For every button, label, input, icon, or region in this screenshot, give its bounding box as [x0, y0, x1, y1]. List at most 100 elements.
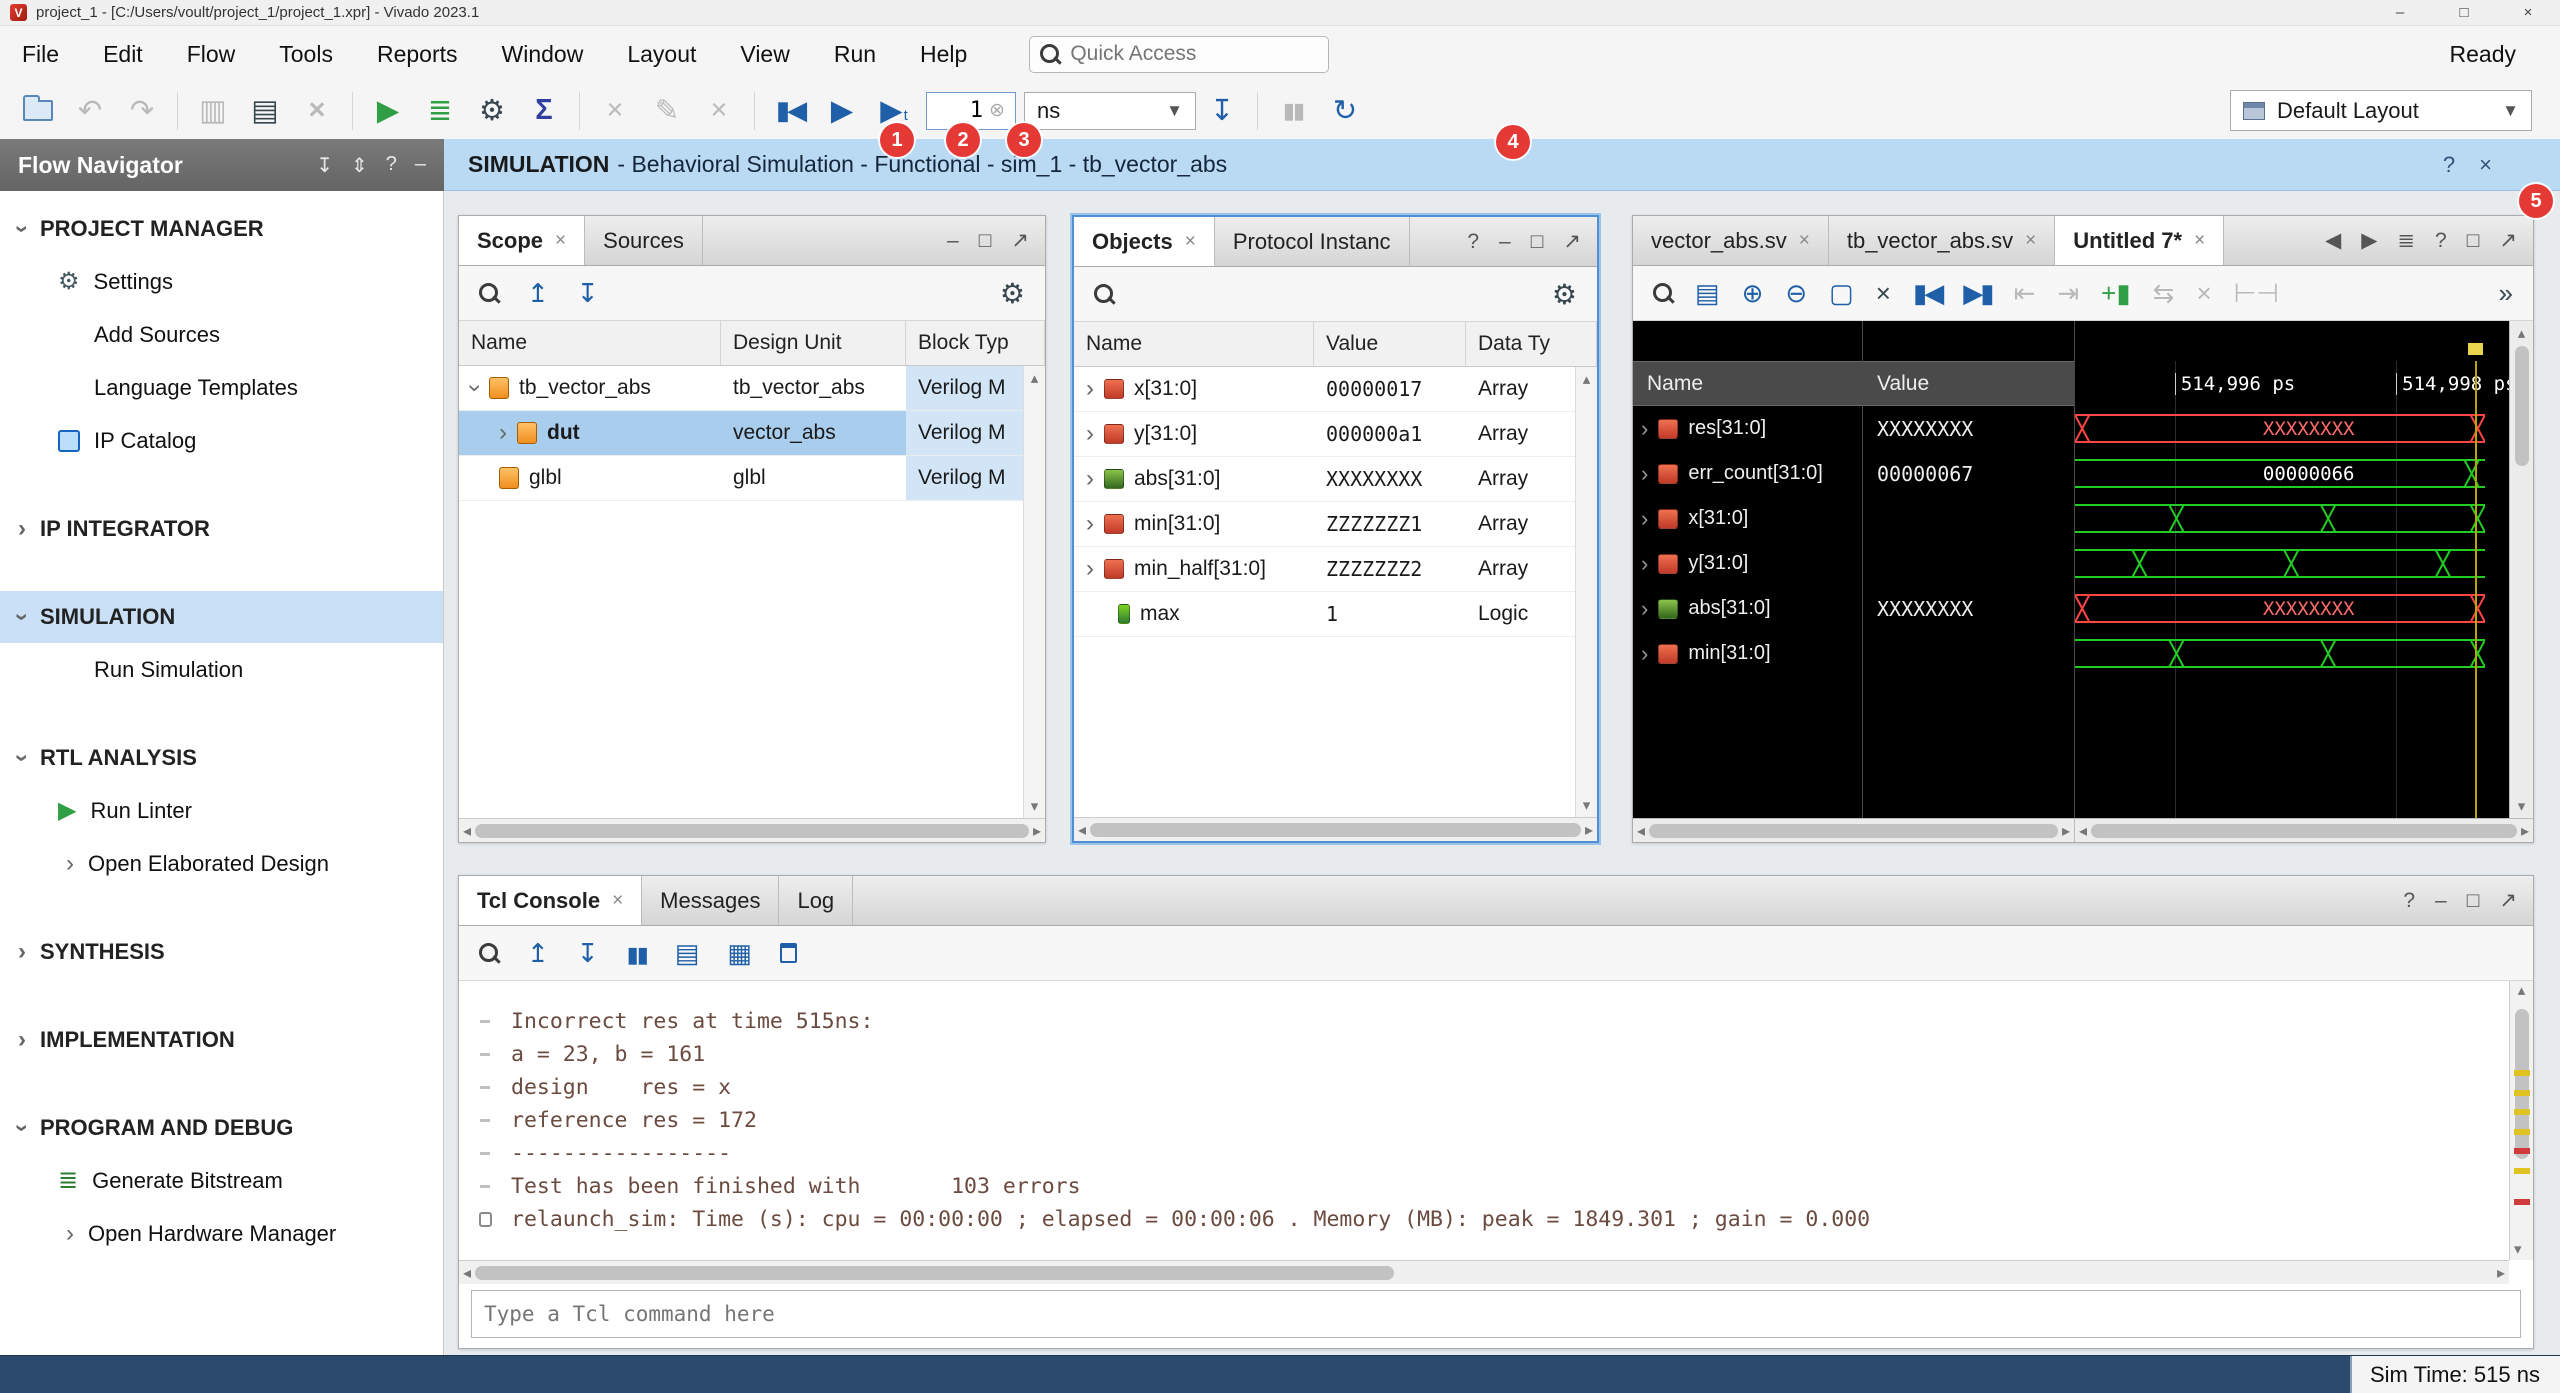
- gear-icon[interactable]: ⚙: [1552, 278, 1577, 311]
- scope-row-tb-vector-abs[interactable]: › tb_vector_abs tb_vector_abs Verilog M: [459, 366, 1023, 411]
- column-header-name[interactable]: Name: [1074, 322, 1314, 366]
- sidebar-item-add-sources[interactable]: Add Sources: [0, 308, 443, 361]
- minimize-panel-icon[interactable]: –: [2435, 889, 2447, 913]
- tab-tcl-console[interactable]: Tcl Console ×: [459, 876, 642, 925]
- search-icon[interactable]: [1094, 284, 1114, 304]
- chevron-right-icon[interactable]: ›: [1086, 422, 1094, 446]
- float-panel-icon[interactable]: ↗: [1011, 228, 1029, 253]
- section-project-manager[interactable]: › PROJECT MANAGER: [0, 203, 443, 255]
- menu-window[interactable]: Window: [480, 26, 606, 82]
- time-unit-select[interactable]: ns ▼: [1024, 92, 1196, 130]
- sidebar-item-run-linter[interactable]: ▶ Run Linter: [0, 784, 443, 837]
- section-ip-integrator[interactable]: › IP INTEGRATOR: [0, 503, 443, 555]
- run-button[interactable]: ▶: [362, 87, 414, 135]
- object-row-min[interactable]: ›min[31:0] ZZZZZZZ1 Array: [1074, 502, 1575, 547]
- minimize-panel-icon[interactable]: –: [1499, 230, 1511, 254]
- section-simulation[interactable]: › SIMULATION: [0, 591, 443, 643]
- gear-icon[interactable]: ⚙: [1000, 277, 1025, 310]
- sidebar-item-ip-catalog[interactable]: IP Catalog: [0, 414, 443, 467]
- clear-console-icon[interactable]: [780, 943, 797, 963]
- close-tab-icon[interactable]: ×: [1799, 230, 1810, 252]
- save-waveform-icon[interactable]: ▤: [1695, 278, 1720, 309]
- wave-signal-err-count[interactable]: ›err_count[31:0]: [1633, 451, 1862, 496]
- step-button[interactable]: ↧: [1196, 87, 1248, 135]
- chevron-right-icon[interactable]: ›: [1086, 467, 1094, 491]
- chevron-right-icon[interactable]: ›: [1641, 461, 1648, 487]
- vertical-scrollbar[interactable]: ▴ ▾: [2509, 981, 2533, 1260]
- wave-signal-x[interactable]: ›x[31:0]: [1633, 496, 1862, 541]
- tab-protocol-instances[interactable]: Protocol Instanc: [1215, 217, 1410, 266]
- collapse-all-icon[interactable]: ↥: [527, 278, 549, 309]
- minimize-window-button[interactable]: –: [2368, 0, 2432, 25]
- toolbar-overflow-icon[interactable]: »: [2499, 278, 2513, 309]
- relaunch-simulation-button[interactable]: ↻: [1319, 87, 1371, 135]
- settings-gear-button[interactable]: ⚙: [466, 87, 518, 135]
- chevron-right-icon[interactable]: ›: [1641, 416, 1648, 442]
- vertical-scrollbar[interactable]: ▴▾: [1023, 366, 1045, 818]
- sidebar-item-open-hardware-manager[interactable]: › Open Hardware Manager: [0, 1207, 443, 1260]
- horizontal-scrollbar[interactable]: ◂▸: [459, 1260, 2509, 1284]
- collapse-all-icon[interactable]: ↥: [527, 938, 549, 969]
- close-tab-icon[interactable]: ×: [2194, 230, 2205, 252]
- wave-plot-area[interactable]: 514,996 ps 514,998 ps XXXXXXXX 00000066: [2075, 321, 2509, 818]
- section-program-and-debug[interactable]: › PROGRAM AND DEBUG: [0, 1102, 443, 1154]
- close-tab-icon[interactable]: ×: [612, 890, 623, 912]
- menu-file[interactable]: File: [0, 26, 81, 82]
- menu-layout[interactable]: Layout: [605, 26, 718, 82]
- menu-help[interactable]: Help: [898, 26, 989, 82]
- object-row-y[interactable]: ›y[31:0] 000000a1 Array: [1074, 412, 1575, 457]
- next-transition-icon[interactable]: ⇥: [2057, 278, 2079, 309]
- go-to-time-start-icon[interactable]: ▮◀: [1913, 278, 1941, 309]
- expand-all-icon[interactable]: ↧: [577, 938, 599, 969]
- restart-simulation-button[interactable]: ▮◀: [764, 87, 816, 135]
- clear-time-icon[interactable]: ⊗: [989, 99, 1005, 122]
- object-row-min-half[interactable]: ›min_half[31:0] ZZZZZZZ2 Array: [1074, 547, 1575, 592]
- chevron-right-icon[interactable]: ›: [1086, 557, 1094, 581]
- break-button[interactable]: ▮▮: [1267, 87, 1319, 135]
- wave-cursor[interactable]: [2475, 361, 2477, 818]
- scope-row-glbl[interactable]: glbl glbl Verilog M: [459, 456, 1023, 501]
- menu-flow[interactable]: Flow: [165, 26, 258, 82]
- close-window-button[interactable]: ×: [2496, 0, 2560, 25]
- chevron-right-icon[interactable]: ›: [1641, 641, 1648, 667]
- report-sigma-button[interactable]: Σ: [518, 87, 570, 135]
- tab-log[interactable]: Log: [779, 876, 853, 925]
- delete-button[interactable]: ×: [291, 87, 343, 135]
- horizontal-scrollbar[interactable]: ◂▸: [459, 818, 1045, 842]
- tab-untitled-7[interactable]: Untitled 7* ×: [2055, 216, 2224, 265]
- float-panel-icon[interactable]: ↗: [2499, 888, 2517, 913]
- paste-button[interactable]: ▤: [239, 87, 291, 135]
- help-icon[interactable]: ?: [1467, 230, 1479, 254]
- swap-cursor-icon[interactable]: ⇆: [2153, 278, 2175, 309]
- maximize-panel-icon[interactable]: □: [1531, 230, 1544, 254]
- help-icon[interactable]: ?: [2403, 889, 2415, 913]
- section-rtl-analysis[interactable]: › RTL ANALYSIS: [0, 732, 443, 784]
- close-tab-icon[interactable]: ×: [2025, 230, 2036, 252]
- menu-run[interactable]: Run: [812, 26, 898, 82]
- wave-cursor-marker[interactable]: [2468, 343, 2483, 355]
- horizontal-scrollbar[interactable]: ◂▸: [2075, 819, 2533, 842]
- column-header-value[interactable]: Value: [1314, 322, 1466, 366]
- collapse-all-icon[interactable]: ↧: [316, 153, 333, 178]
- horizontal-scrollbar[interactable]: ◂▸: [1633, 819, 2075, 842]
- scope-row-dut[interactable]: › dut vector_abs Verilog M: [459, 411, 1023, 456]
- search-icon[interactable]: [479, 283, 499, 303]
- minimize-panel-icon[interactable]: –: [947, 229, 959, 253]
- maximize-panel-icon[interactable]: □: [2467, 889, 2480, 913]
- column-header-name[interactable]: Name: [459, 321, 721, 365]
- copy-button[interactable]: ▥: [187, 87, 239, 135]
- layout-selector[interactable]: Default Layout ▼: [2230, 90, 2532, 131]
- search-icon[interactable]: [479, 943, 499, 963]
- next-tab-icon[interactable]: ▶: [2361, 228, 2377, 253]
- column-header-design-unit[interactable]: Design Unit: [721, 321, 906, 365]
- tcl-command-input-box[interactable]: [471, 1290, 2521, 1338]
- time-value-input[interactable]: [935, 98, 983, 123]
- tab-tb-vector-abs-sv[interactable]: tb_vector_abs.sv ×: [1829, 216, 2055, 265]
- quick-access-input[interactable]: [1070, 42, 1290, 66]
- remove-cursor-icon[interactable]: ×: [1876, 278, 1891, 309]
- maximize-panel-icon[interactable]: □: [979, 229, 992, 253]
- go-to-time-end-icon[interactable]: ▶▮: [1963, 278, 1991, 309]
- minimize-panel-icon[interactable]: –: [415, 153, 426, 178]
- zoom-out-icon[interactable]: ⊖: [1785, 278, 1807, 309]
- copy-icon[interactable]: ▤: [675, 938, 700, 969]
